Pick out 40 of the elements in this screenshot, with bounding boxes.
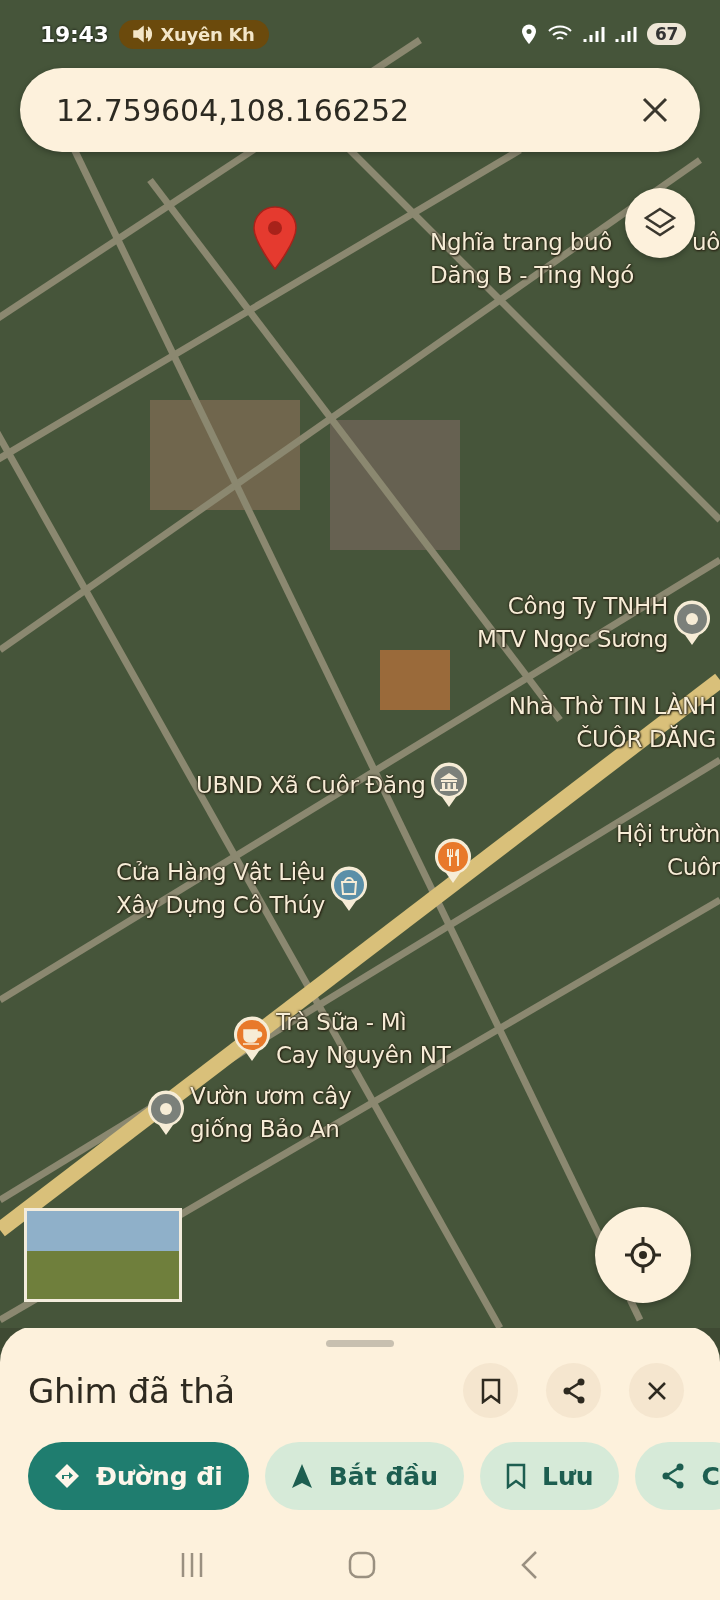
speaker-icon (132, 25, 153, 43)
close-icon (642, 97, 668, 123)
action-chip[interactable]: Đường đi (28, 1442, 249, 1510)
action-chip[interactable]: Lưu (479, 1442, 620, 1510)
place-pin-icon[interactable] (146, 1090, 186, 1136)
place-label[interactable]: uô (692, 226, 720, 259)
search-field[interactable]: 12.759604,108.166252 (54, 91, 638, 129)
location-icon (520, 24, 537, 44)
share-icon (661, 1463, 686, 1489)
place-label[interactable]: Công Ty TNHH MTV Ngọc Sương (477, 590, 668, 656)
place-label[interactable]: Nghĩa trang buô Dăng B - Ting Ngó (430, 226, 634, 292)
place-label[interactable]: Cửa Hàng Vật Liệu Xây Dựng Cô Thúy (116, 856, 325, 922)
fork-knife-icon[interactable] (433, 838, 473, 884)
place-label[interactable]: Vườn ươm cây giống Bảo An (190, 1080, 352, 1146)
action-chip[interactable]: C (635, 1442, 720, 1510)
crosshair-icon (623, 1235, 663, 1275)
share-icon (561, 1377, 586, 1404)
directions-icon (54, 1463, 80, 1489)
status-time: 19:43 (40, 21, 109, 47)
signal-icon (614, 24, 637, 44)
building-icon[interactable] (429, 762, 470, 808)
media-chip[interactable]: Xuyên Kh (118, 19, 269, 49)
street-view-thumbnail[interactable] (24, 1208, 182, 1302)
media-title: Xuyên Kh (160, 23, 255, 45)
sheet-title: Ghim đã thả (28, 1370, 236, 1411)
place-pin-icon[interactable] (672, 600, 712, 646)
home-icon[interactable] (347, 1550, 377, 1580)
close-icon (646, 1380, 667, 1401)
drag-handle[interactable] (326, 1340, 394, 1347)
signal-icon (582, 24, 605, 44)
action-chip[interactable]: Bắt đầu (264, 1442, 464, 1510)
place-label[interactable]: Hội trườn Cuôr (615, 818, 720, 884)
place-label[interactable]: Trà Sữa - Mì Cay Nguyên NT (276, 1006, 451, 1072)
place-label[interactable]: UBND Xã Cuôr Đăng (196, 768, 426, 802)
search-bar[interactable]: 12.759604,108.166252 (20, 68, 700, 152)
navigation-arrow-icon (290, 1463, 313, 1489)
shopping-bag-icon[interactable] (329, 866, 369, 912)
bookmark-icon (480, 1377, 501, 1404)
bookmark-icon (505, 1463, 526, 1489)
cup-icon[interactable] (232, 1016, 272, 1062)
